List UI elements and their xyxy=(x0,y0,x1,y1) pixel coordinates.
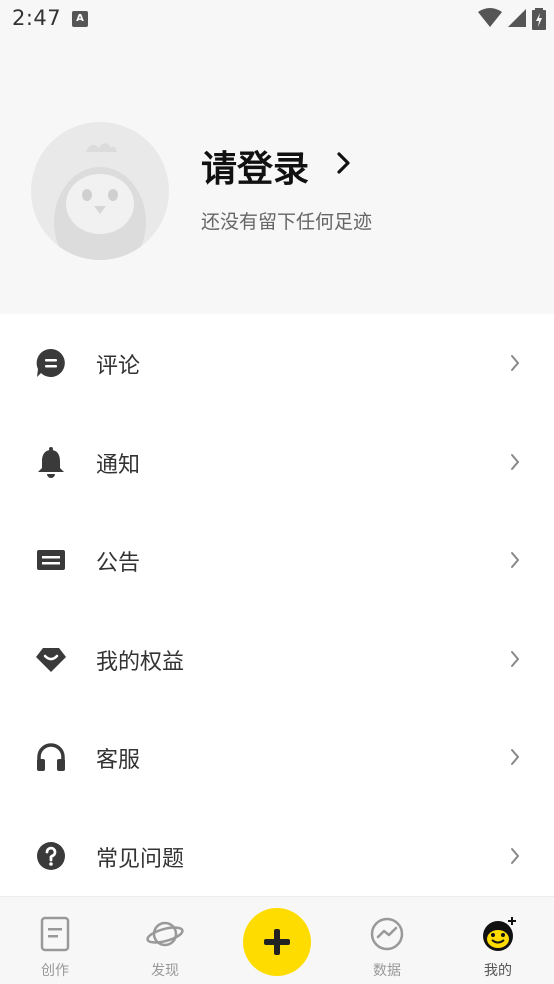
login-title[interactable]: 请登录 xyxy=(201,140,309,192)
menu-item-label: 通知 xyxy=(96,452,141,478)
wifi-icon xyxy=(477,8,502,27)
nav-item-data[interactable]: 数据 xyxy=(332,897,442,984)
bell-icon xyxy=(38,446,64,478)
add-button[interactable] xyxy=(243,908,311,976)
nav-item-create[interactable]: 创作 xyxy=(0,897,110,984)
menu-item-label: 我的权益 xyxy=(96,649,185,675)
plus-icon xyxy=(264,929,290,955)
nav-label: 我的 xyxy=(484,963,512,979)
nav-item-discover[interactable]: 发现 xyxy=(110,897,220,984)
menu-item-label: 客服 xyxy=(96,748,141,773)
nav-item-mine[interactable]: 我的 xyxy=(443,897,553,984)
menu-item-announcements[interactable]: 公告 xyxy=(0,511,554,610)
login-subtitle: 还没有留下任何足迹 xyxy=(201,211,373,233)
chart-icon xyxy=(370,917,404,951)
status-time: 2:47 xyxy=(12,6,62,30)
document-icon xyxy=(40,916,70,952)
menu-item-notifications[interactable]: 通知 xyxy=(0,413,554,512)
battery-charging-icon xyxy=(532,8,546,30)
chevron-right-icon xyxy=(511,847,520,864)
menu-item-label: 评论 xyxy=(96,354,141,379)
menu-item-comments[interactable]: 评论 xyxy=(0,314,554,413)
menu-list: 评论 通知 公告 我的权益 客服 常见问题 xyxy=(0,314,554,905)
headset-icon xyxy=(37,743,65,771)
signal-icon xyxy=(507,9,526,27)
menu-item-customer-service[interactable]: 客服 xyxy=(0,708,554,807)
menu-item-label: 常见问题 xyxy=(96,846,185,872)
notification-icon: A xyxy=(72,11,88,27)
nav-label: 创作 xyxy=(41,963,69,979)
chevron-right-icon xyxy=(511,453,520,470)
nav-label: 发现 xyxy=(151,963,179,979)
benefits-icon xyxy=(36,647,66,672)
penguin-icon xyxy=(483,917,516,951)
menu-item-label: 公告 xyxy=(96,551,141,576)
nav-label: 数据 xyxy=(373,963,401,979)
help-icon xyxy=(37,841,65,870)
chevron-right-icon xyxy=(511,650,520,667)
chevron-right-icon xyxy=(511,355,520,371)
chevron-right-icon[interactable] xyxy=(336,151,352,175)
bottom-nav: 创作 发现 数据 我的 xyxy=(0,896,554,984)
menu-item-faq[interactable]: 常见问题 xyxy=(0,807,554,906)
profile-header: 请登录 还没有留下任何足迹 xyxy=(0,38,554,314)
chevron-right-icon xyxy=(511,749,520,765)
status-bar: 2:47 A xyxy=(0,0,554,38)
screen: 2:47 A 请登录 还没有留下任何足迹 评论 通知 公告 我的权益 客服 常见… xyxy=(0,0,554,984)
chevron-right-icon xyxy=(511,552,520,568)
menu-item-benefits[interactable]: 我的权益 xyxy=(0,610,554,709)
announcement-icon xyxy=(37,550,65,570)
status-icons xyxy=(477,8,546,30)
planet-icon xyxy=(146,921,184,947)
penguin-avatar-icon[interactable] xyxy=(31,122,169,260)
comment-icon xyxy=(36,348,65,377)
